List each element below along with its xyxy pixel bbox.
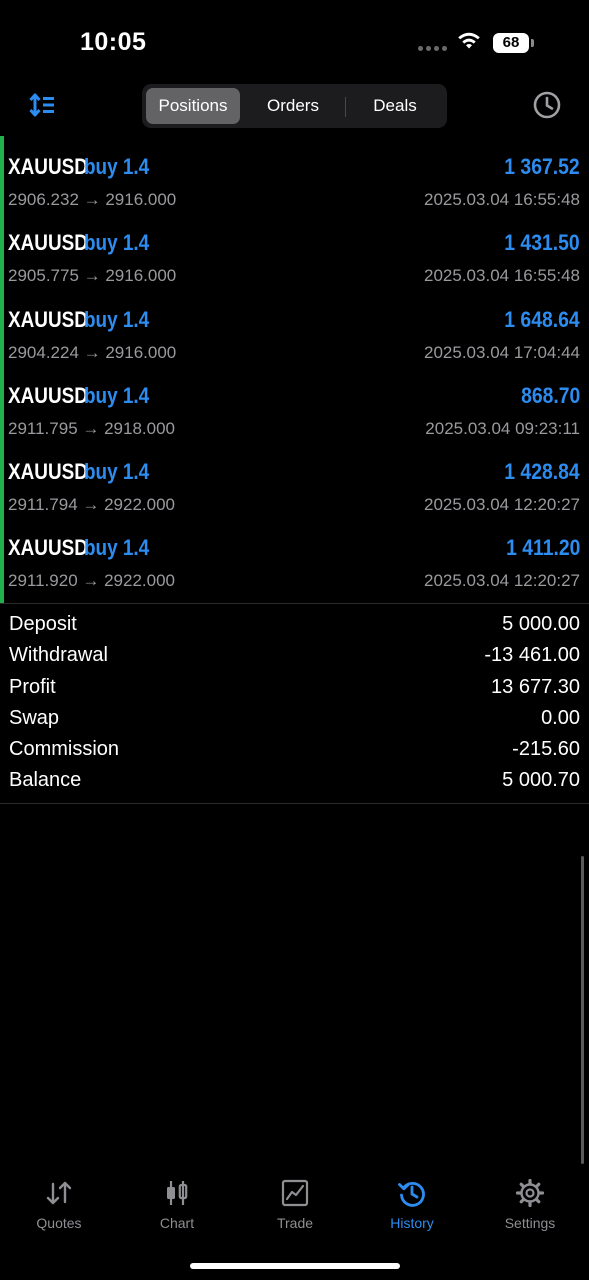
trade-icon <box>281 1179 309 1207</box>
position-prices: 2904.224 → 2916.000 <box>8 342 177 362</box>
segment-positions[interactable]: Positions <box>146 88 240 124</box>
tab-history[interactable]: History <box>353 1178 471 1238</box>
position-symbol: XAUUSD <box>8 306 88 332</box>
position-profit: 1 367.52 <box>504 154 580 179</box>
position-symbol: XAUUSD <box>8 230 88 256</box>
position-time: 2025.03.04 12:20:27 <box>424 495 580 515</box>
position-time: 2025.03.04 16:55:48 <box>424 266 580 286</box>
wifi-icon <box>458 32 480 49</box>
segment-divider <box>345 97 346 117</box>
tab-label: Trade <box>276 1215 314 1231</box>
summary-value: -215.60 <box>512 738 580 761</box>
position-profit: 868.70 <box>520 382 580 408</box>
position-side: buy 1.4 <box>84 382 150 408</box>
summary-label: Deposit <box>9 613 77 635</box>
history-summary: Deposit 5 000.00 Withdrawal -13 461.00 P… <box>0 610 589 798</box>
position-row[interactable]: XAUUSD buy 1.4 868.70 2911.795 → 2918.00… <box>0 365 589 441</box>
position-symbol: XAUUSD <box>8 535 88 561</box>
summary-label: Swap <box>9 706 60 729</box>
position-prices: 2911.920 → 2922.000 <box>8 571 175 591</box>
summary-value: 13 677.30 <box>491 675 580 698</box>
position-row[interactable]: XAUUSD buy 1.4 1 411.20 2911.920 → 2922.… <box>0 517 589 593</box>
position-row[interactable]: XAUUSD buy 1.4 1 431.50 2905.775 → 2916.… <box>0 212 589 288</box>
segment-orders[interactable]: Orders <box>243 88 343 124</box>
battery-level: 68 <box>493 33 529 53</box>
clock-icon[interactable] <box>532 90 562 120</box>
summary-row-deposit: Deposit 5 000.00 <box>0 610 589 641</box>
summary-row-balance: Balance 5 000.70 <box>0 766 589 797</box>
tab-trade[interactable]: Trade <box>236 1178 354 1238</box>
tab-label: Chart <box>159 1215 195 1231</box>
tab-chart[interactable]: Chart <box>118 1178 236 1238</box>
position-profit: 1 411.20 <box>505 535 580 561</box>
summary-value: -13 461.00 <box>484 644 580 667</box>
position-side: buy 1.4 <box>84 306 150 332</box>
summary-row-commission: Commission -215.60 <box>0 735 589 766</box>
sort-icon[interactable] <box>28 92 58 120</box>
summary-row-swap: Swap 0.00 <box>0 704 589 735</box>
divider <box>0 603 589 604</box>
summary-value: 5 000.00 <box>502 613 580 635</box>
battery-icon: 68 <box>493 33 534 53</box>
tab-quotes[interactable]: Quotes <box>0 1178 118 1238</box>
position-time: 2025.03.04 12:20:27 <box>424 571 580 591</box>
history-icon <box>398 1181 425 1207</box>
home-indicator <box>190 1263 400 1269</box>
position-prices: 2911.794 → 2922.000 <box>8 495 175 515</box>
status-bar: 10:05 68 <box>0 0 589 80</box>
status-time: 10:05 <box>80 28 147 56</box>
summary-label: Balance <box>9 769 82 792</box>
position-profit: 1 428.84 <box>504 459 580 485</box>
position-prices: 2905.775 → 2916.000 <box>8 266 177 286</box>
summary-value: 0.00 <box>541 706 580 729</box>
summary-value: 5 000.70 <box>502 769 580 792</box>
summary-row-profit: Profit 13 677.30 <box>0 673 589 704</box>
position-row[interactable]: XAUUSD buy 1.4 1 367.52 2906.232 → 2916.… <box>0 136 589 212</box>
position-side: buy 1.4 <box>84 535 150 561</box>
quotes-icon <box>46 1181 72 1205</box>
divider <box>0 803 589 804</box>
position-row[interactable]: XAUUSD buy 1.4 1 648.64 2904.224 → 2916.… <box>0 289 589 365</box>
position-row[interactable]: XAUUSD buy 1.4 1 428.84 2911.794 → 2922.… <box>0 441 589 517</box>
position-time: 2025.03.04 16:55:48 <box>424 190 580 209</box>
scrollbar[interactable] <box>581 856 584 1164</box>
summary-label: Commission <box>9 738 120 761</box>
position-symbol: XAUUSD <box>8 459 88 485</box>
settings-icon <box>515 1178 545 1208</box>
chart-icon <box>167 1181 188 1205</box>
tab-label: Settings <box>504 1215 556 1231</box>
position-prices: 2911.795 → 2918.000 <box>8 418 175 438</box>
summary-label: Withdrawal <box>9 644 108 667</box>
summary-label: Profit <box>9 675 56 698</box>
toolbar: Positions Orders Deals <box>0 80 589 132</box>
tab-label: Quotes <box>36 1215 82 1231</box>
history-screen: 10:05 68 Positions Orders Deals XAUUSD b… <box>0 0 589 1280</box>
segmented-control: Positions Orders Deals <box>142 84 447 128</box>
position-symbol: XAUUSD <box>8 382 88 408</box>
position-side: buy 1.4 <box>84 459 150 485</box>
cellular-signal-icon <box>418 46 447 51</box>
segment-deals[interactable]: Deals <box>347 88 443 124</box>
position-side: buy 1.4 <box>84 230 150 256</box>
position-profit: 1 431.50 <box>504 230 580 256</box>
tab-label: History <box>390 1215 434 1231</box>
position-profit: 1 648.64 <box>504 306 580 332</box>
position-side: buy 1.4 <box>84 154 150 179</box>
position-prices: 2906.232 → 2916.000 <box>8 190 177 209</box>
position-symbol: XAUUSD <box>8 154 88 179</box>
tab-bar: Quotes Chart Trade History Settings <box>0 1170 589 1240</box>
position-time: 2025.03.04 17:04:44 <box>424 342 580 362</box>
tab-settings[interactable]: Settings <box>471 1178 589 1238</box>
summary-row-withdrawal: Withdrawal -13 461.00 <box>0 641 589 672</box>
position-time: 2025.03.04 09:23:11 <box>425 418 580 438</box>
positions-list: XAUUSD buy 1.4 1 367.52 2906.232 → 2916.… <box>0 136 589 603</box>
